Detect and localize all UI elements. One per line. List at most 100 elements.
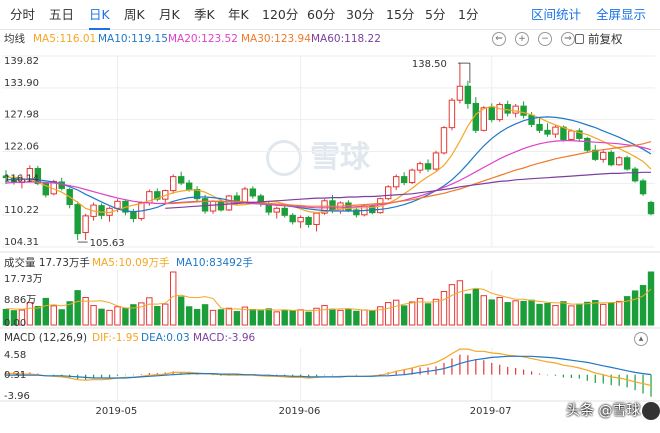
macd-tick-label: -3.96 — [4, 391, 30, 402]
price-tick-label: 133.90 — [4, 78, 39, 89]
candle-body — [639, 180, 647, 195]
price-tick-label: 139.82 — [4, 56, 39, 67]
volume-bar — [225, 307, 233, 326]
volume-bar — [432, 298, 440, 326]
candle-body — [201, 198, 209, 212]
volume-tick-label: 8.86万 — [4, 295, 36, 306]
price-tick-label: 127.98 — [4, 110, 39, 121]
candle-body — [504, 104, 511, 114]
candle-body — [480, 107, 487, 131]
candle-body — [607, 151, 615, 166]
date-tick-label: 2019-05 — [95, 406, 137, 417]
volume-bar — [289, 310, 296, 326]
dea-line — [6, 355, 652, 379]
candle-body — [623, 157, 631, 170]
volume-bar — [496, 296, 503, 326]
candle-body — [544, 129, 551, 135]
volume-bar — [392, 299, 400, 326]
candle-body — [488, 107, 495, 121]
volume-tick-label: 0.00 — [4, 318, 26, 329]
stock-chart[interactable]: 138.50 105.63 139.82 133.90 127.98 122.06 116.… — [0, 0, 660, 433]
volume-bar — [233, 311, 241, 326]
volume-bar — [520, 300, 527, 326]
candle-body — [281, 207, 288, 216]
candle-body — [392, 176, 400, 188]
volume-bar — [592, 299, 599, 326]
low-label: 105.63 — [90, 238, 125, 249]
candle-body — [170, 176, 177, 192]
candle-body — [241, 188, 249, 203]
volume-bar — [265, 308, 272, 326]
candle-body — [520, 105, 527, 116]
candle-body — [440, 127, 448, 154]
volume-bar — [615, 300, 623, 326]
avatar-icon — [642, 402, 660, 420]
volume-bar — [369, 310, 376, 326]
volume-bar — [552, 305, 559, 326]
candle-body — [512, 105, 519, 114]
volume-bar — [217, 309, 225, 326]
candle-body — [416, 163, 424, 171]
candle-body — [400, 176, 408, 184]
candle-body — [615, 157, 623, 166]
macd-tick-label: 0.31 — [4, 370, 26, 381]
volume-bar — [162, 303, 169, 326]
volume-bar — [568, 305, 575, 326]
candle-body — [289, 214, 296, 223]
volume-bar — [329, 308, 336, 326]
candle-body — [432, 152, 440, 170]
candle-body — [408, 169, 416, 184]
price-tick-label: 110.22 — [4, 205, 39, 216]
volume-bar — [154, 305, 161, 326]
volume-bar — [98, 308, 105, 326]
volume-bar — [528, 299, 535, 326]
volume-bar — [185, 306, 193, 326]
volume-bar — [560, 301, 567, 326]
candle-body — [568, 130, 575, 140]
date-tick-label: 2019-06 — [279, 406, 321, 417]
candle-body — [560, 126, 567, 140]
volume-bar — [464, 293, 472, 326]
volume-bar — [34, 305, 42, 326]
volume-bar — [488, 299, 495, 326]
volume-bar — [647, 271, 655, 326]
candle-body — [385, 186, 392, 200]
price-tick-label: 122.06 — [4, 142, 39, 153]
volume-bar — [106, 309, 113, 326]
volume-bar — [361, 309, 368, 326]
price-tick-label: 116.14 — [4, 173, 39, 184]
volume-bar — [281, 309, 288, 326]
volume-bar — [448, 284, 456, 326]
source-credit: 头条 @雪球 — [566, 400, 660, 422]
candle-body — [130, 211, 137, 220]
volume-bars — [2, 271, 655, 326]
volume-bar — [42, 297, 50, 326]
volume-bar — [536, 303, 543, 326]
macd-series — [5, 348, 652, 397]
candle-body — [249, 188, 257, 197]
dif-line — [6, 348, 652, 387]
candle-body — [313, 212, 320, 225]
date-tick-label: 2019-07 — [470, 406, 512, 417]
macd-tick-label: 4.58 — [4, 350, 26, 361]
volume-bar — [544, 302, 551, 326]
volume-bar — [584, 301, 591, 326]
candle-body — [185, 182, 193, 191]
candle-body — [98, 205, 105, 216]
volume-bar — [353, 310, 360, 326]
volume-bar — [58, 309, 65, 326]
candle-body — [305, 216, 312, 225]
volume-bar — [273, 311, 280, 326]
volume-bar — [257, 310, 265, 326]
candle-body — [297, 216, 304, 223]
candle-body — [448, 99, 456, 129]
volume-bar — [440, 291, 448, 326]
volume-bar — [600, 303, 607, 326]
volume-bar — [249, 308, 257, 326]
chart-grid — [0, 55, 660, 402]
volume-bar — [424, 303, 432, 326]
volume-bar — [400, 305, 408, 326]
volume-bar — [305, 311, 312, 326]
volume-bar — [576, 303, 583, 326]
volume-bar — [504, 302, 511, 326]
